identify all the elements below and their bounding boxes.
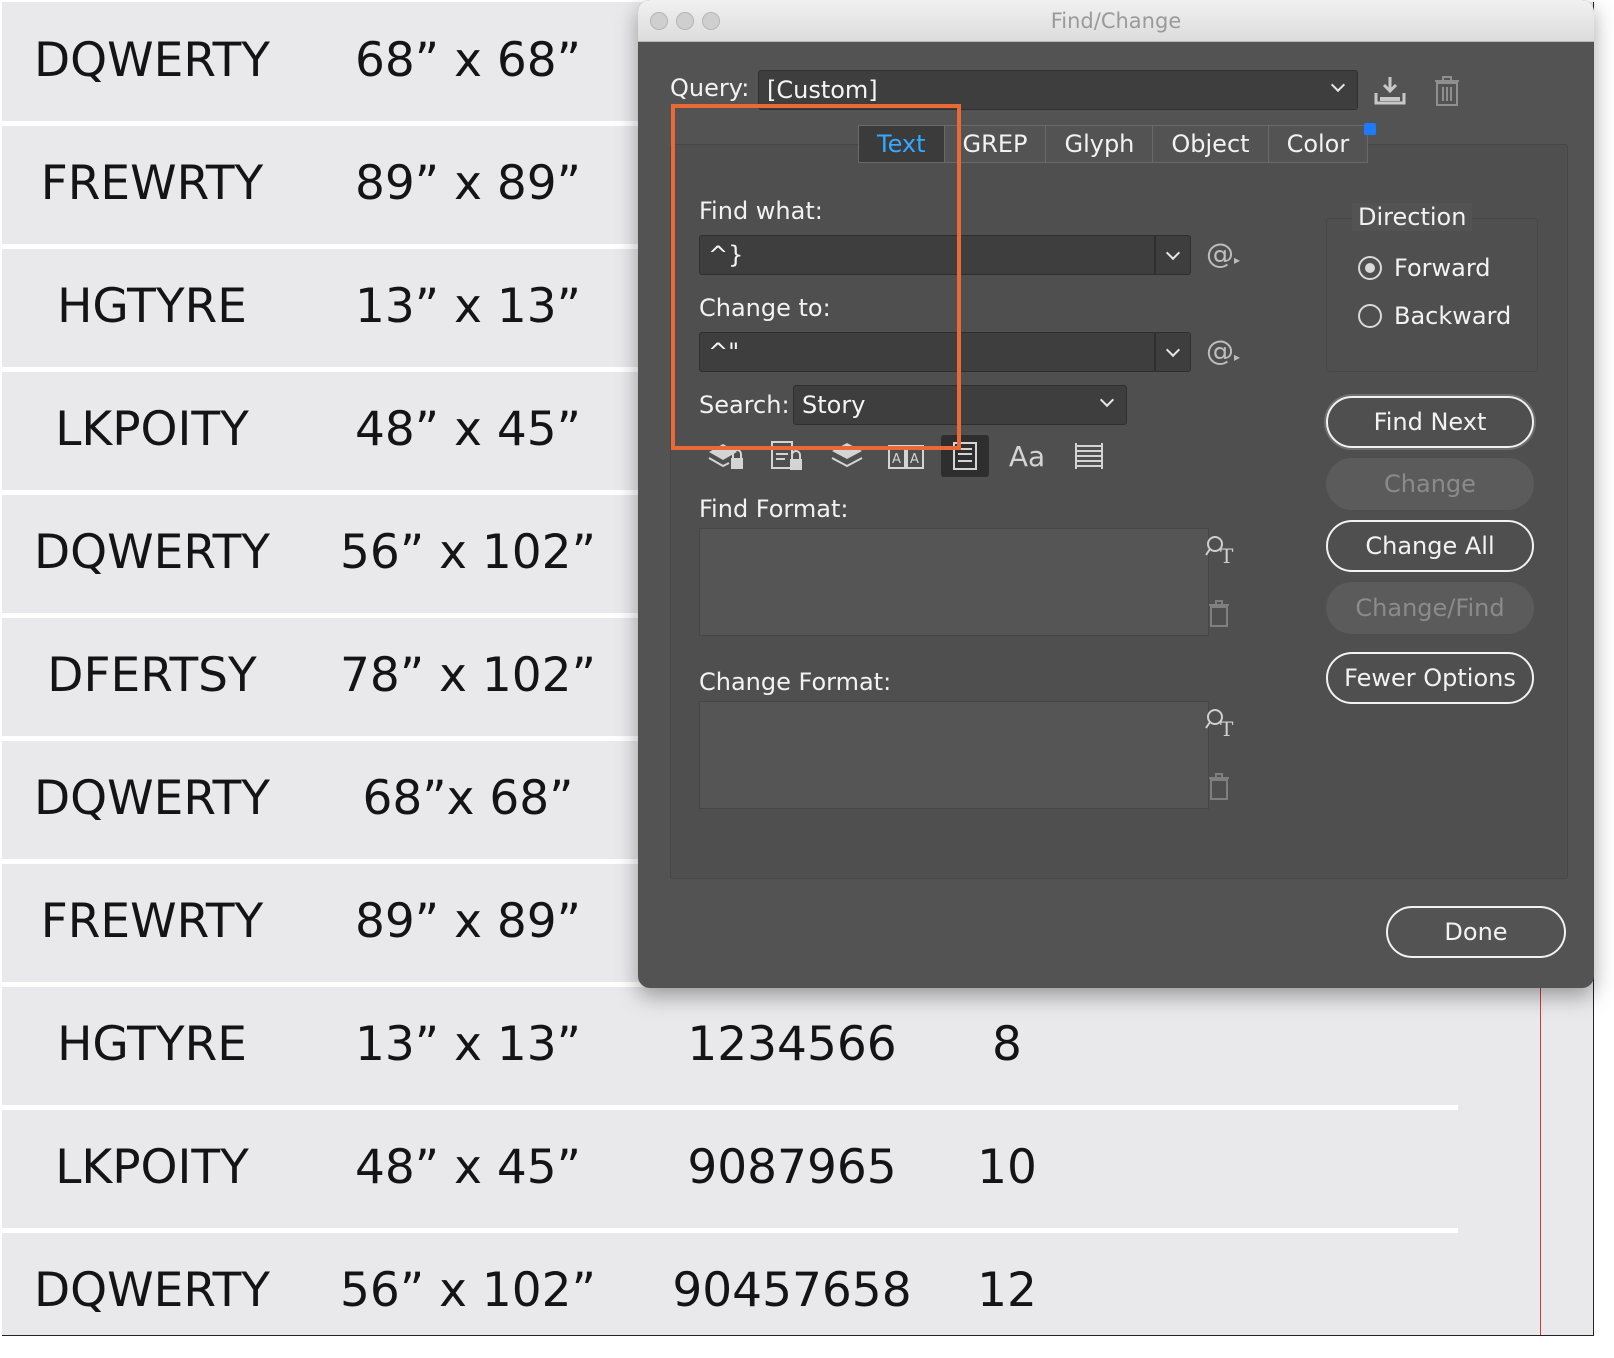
chevron-down-icon [1165, 342, 1181, 357]
find-format-box[interactable] [699, 528, 1209, 636]
done-button[interactable]: Done [1386, 906, 1566, 958]
tab-color[interactable]: Color [1268, 125, 1369, 163]
delete-query-icon[interactable] [1430, 72, 1464, 110]
size-cell: 78” x 102” [340, 647, 596, 703]
at-sign-icon: @ [1205, 236, 1234, 270]
svg-text:T: T [1220, 717, 1234, 738]
quantity-cell: 10 [977, 1139, 1037, 1195]
item-number-cell: 1234566 [687, 1016, 897, 1072]
direction-group [1326, 218, 1538, 372]
svg-text:T: T [1220, 544, 1234, 565]
change-button[interactable]: Change [1326, 458, 1534, 510]
backward-radio[interactable] [1358, 304, 1382, 328]
chevron-down-icon [1099, 392, 1115, 408]
case-sensitive-icon[interactable]: Aa [1005, 437, 1049, 475]
table-row: DQWERTY 56” x 102” 90457658 12 [2, 1232, 1458, 1335]
change-format-label: Change Format: [699, 668, 892, 696]
dialog-title: Find/Change [1050, 9, 1182, 33]
highlight-box [671, 104, 961, 450]
forward-label[interactable]: Forward [1394, 254, 1491, 282]
size-cell: 48” x 45” [354, 401, 581, 457]
size-cell: 68” x 68” [354, 32, 581, 88]
find-format-label: Find Format: [699, 495, 849, 523]
product-code-cell: FREWRTY [40, 893, 264, 949]
find-what-dropdown[interactable] [1155, 235, 1191, 275]
size-cell: 48” x 45” [354, 1139, 581, 1195]
special-characters-change-icon[interactable]: @ ▸ [1203, 330, 1243, 370]
change-all-button[interactable]: Change All [1326, 520, 1534, 572]
product-code-cell: DFERTSY [47, 647, 257, 703]
size-cell: 68”x 68” [362, 770, 574, 826]
product-code-cell: HGTYRE [57, 1016, 247, 1072]
size-cell: 56” x 102” [340, 524, 596, 580]
query-label: Query: [670, 74, 750, 102]
tab-object[interactable]: Object [1153, 125, 1269, 163]
case-sensitive-glyph: Aa [1008, 439, 1046, 473]
svg-text:A: A [892, 452, 901, 467]
quantity-cell: 12 [977, 1262, 1037, 1318]
special-characters-find-icon[interactable]: @ ▸ [1203, 233, 1243, 273]
specify-find-format-icon[interactable]: T [1201, 531, 1241, 567]
product-code-cell: HGTYRE [57, 278, 247, 334]
quantity-cell: 8 [992, 1016, 1022, 1072]
size-cell: 89” x 89” [354, 893, 581, 949]
find-next-button[interactable]: Find Next [1326, 396, 1534, 448]
change-find-button[interactable]: Change/Find [1326, 582, 1534, 634]
chevron-down-icon [1330, 77, 1346, 93]
size-cell: 13” x 13” [354, 278, 581, 334]
svg-text:A: A [910, 452, 919, 467]
change-format-box[interactable] [699, 701, 1209, 809]
product-code-cell: LKPOITY [55, 1139, 249, 1195]
item-number-cell: 9087965 [687, 1139, 897, 1195]
clear-change-format-icon[interactable] [1201, 770, 1237, 804]
clear-find-format-icon[interactable] [1201, 597, 1237, 631]
forward-radio[interactable] [1358, 256, 1382, 280]
backward-label[interactable]: Backward [1394, 302, 1511, 330]
table-row: HGTYRE 13” x 13” 1234566 8 [2, 986, 1458, 1102]
change-to-dropdown[interactable] [1155, 332, 1191, 372]
chevron-down-icon [1165, 245, 1181, 260]
specify-change-format-icon[interactable]: T [1201, 704, 1241, 740]
product-code-cell: FREWRTY [40, 155, 264, 211]
product-code-cell: DQWERTY [33, 1262, 270, 1318]
item-number-cell: 90457658 [672, 1262, 912, 1318]
margin-guide [1540, 982, 1541, 1335]
product-code-cell: DQWERTY [33, 32, 270, 88]
size-cell: 13” x 13” [354, 1016, 581, 1072]
save-query-icon[interactable] [1370, 72, 1410, 110]
direction-label: Direction [1352, 203, 1473, 231]
size-cell: 56” x 102” [340, 1262, 596, 1318]
table-row: LKPOITY 48” x 45” 9087965 10 [2, 1109, 1458, 1225]
product-code-cell: DQWERTY [33, 770, 270, 826]
product-code-cell: DQWERTY [33, 524, 270, 580]
whole-word-icon[interactable] [1069, 437, 1109, 475]
query-value: [Custom] [767, 76, 878, 104]
size-cell: 89” x 89” [354, 155, 581, 211]
product-code-cell: LKPOITY [55, 401, 249, 457]
at-sign-icon: @ [1205, 333, 1234, 367]
fewer-options-button[interactable]: Fewer Options [1326, 652, 1534, 704]
title-bar: Find/Change [638, 0, 1594, 42]
notification-dot [1364, 123, 1376, 135]
tab-glyph[interactable]: Glyph [1046, 125, 1154, 163]
